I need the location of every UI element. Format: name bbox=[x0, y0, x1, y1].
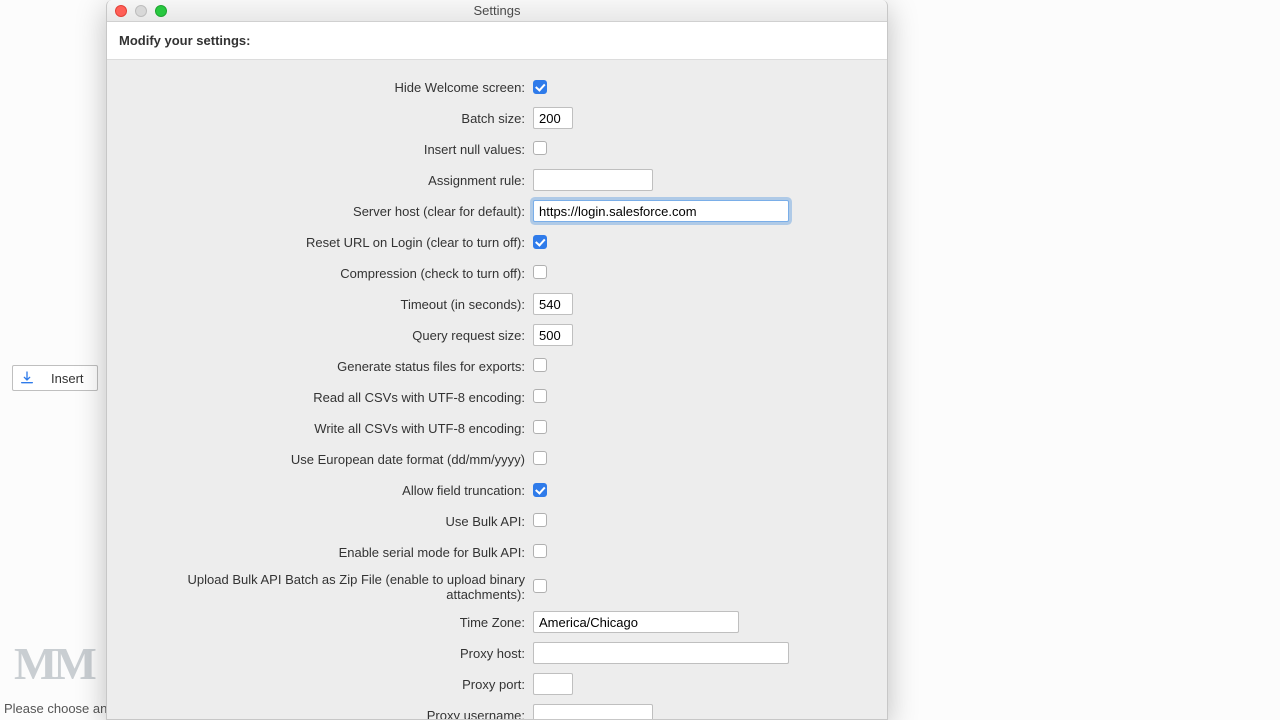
timeout-input[interactable] bbox=[533, 293, 573, 315]
write-utf8-checkbox[interactable] bbox=[533, 420, 547, 434]
proxy-user-input[interactable] bbox=[533, 704, 653, 719]
insert-null-checkbox[interactable] bbox=[533, 141, 547, 155]
read-utf8-label: Read all CSVs with UTF-8 encoding: bbox=[117, 390, 533, 405]
read-utf8-checkbox[interactable] bbox=[533, 389, 547, 403]
compression-label: Compression (check to turn off): bbox=[117, 266, 533, 281]
server-host-label: Server host (clear for default): bbox=[117, 204, 533, 219]
hide-welcome-checkbox[interactable] bbox=[533, 80, 547, 94]
assignment-rule-input[interactable] bbox=[533, 169, 653, 191]
batch-size-label: Batch size: bbox=[117, 111, 533, 126]
compression-checkbox[interactable] bbox=[533, 265, 547, 279]
truncation-label: Allow field truncation: bbox=[117, 483, 533, 498]
write-utf8-label: Write all CSVs with UTF-8 encoding: bbox=[117, 421, 533, 436]
server-host-input[interactable] bbox=[533, 200, 789, 222]
titlebar: Settings bbox=[107, 0, 887, 22]
timeout-label: Timeout (in seconds): bbox=[117, 297, 533, 312]
insert-null-label: Insert null values: bbox=[117, 142, 533, 157]
close-icon[interactable] bbox=[115, 5, 127, 17]
proxy-host-label: Proxy host: bbox=[117, 646, 533, 661]
eu-date-label: Use European date format (dd/mm/yyyy) bbox=[117, 452, 533, 467]
bulk-api-checkbox[interactable] bbox=[533, 513, 547, 527]
query-request-input[interactable] bbox=[533, 324, 573, 346]
proxy-port-input[interactable] bbox=[533, 673, 573, 695]
serial-bulk-checkbox[interactable] bbox=[533, 544, 547, 558]
settings-window: Settings Modify your settings: Hide Welc… bbox=[106, 0, 888, 720]
time-zone-label: Time Zone: bbox=[117, 615, 533, 630]
download-icon bbox=[19, 370, 35, 386]
page-title: Modify your settings: bbox=[107, 22, 887, 60]
proxy-host-input[interactable] bbox=[533, 642, 789, 664]
bulk-api-label: Use Bulk API: bbox=[117, 514, 533, 529]
truncation-checkbox[interactable] bbox=[533, 483, 547, 497]
gen-status-label: Generate status files for exports: bbox=[117, 359, 533, 374]
status-text: Please choose an bbox=[4, 701, 107, 716]
proxy-user-label: Proxy username: bbox=[117, 708, 533, 720]
serial-bulk-label: Enable serial mode for Bulk API: bbox=[117, 545, 533, 560]
settings-scroll[interactable]: Hide Welcome screen: Batch size: Insert … bbox=[107, 60, 887, 719]
assignment-rule-label: Assignment rule: bbox=[117, 173, 533, 188]
reset-url-checkbox[interactable] bbox=[533, 235, 547, 249]
time-zone-input[interactable] bbox=[533, 611, 739, 633]
zip-bulk-checkbox[interactable] bbox=[533, 579, 547, 593]
gen-status-checkbox[interactable] bbox=[533, 358, 547, 372]
window-title: Settings bbox=[107, 3, 887, 18]
insert-button-label: Insert bbox=[51, 371, 84, 386]
batch-size-input[interactable] bbox=[533, 107, 573, 129]
minimize-icon bbox=[135, 5, 147, 17]
proxy-port-label: Proxy port: bbox=[117, 677, 533, 692]
watermark-logo: MM bbox=[14, 637, 93, 690]
reset-url-label: Reset URL on Login (clear to turn off): bbox=[117, 235, 533, 250]
query-request-label: Query request size: bbox=[117, 328, 533, 343]
hide-welcome-label: Hide Welcome screen: bbox=[117, 80, 533, 95]
zoom-icon[interactable] bbox=[155, 5, 167, 17]
zip-bulk-label: Upload Bulk API Batch as Zip File (enabl… bbox=[117, 572, 533, 602]
insert-button[interactable]: Insert bbox=[12, 365, 98, 391]
settings-form: Hide Welcome screen: Batch size: Insert … bbox=[107, 60, 887, 719]
eu-date-checkbox[interactable] bbox=[533, 451, 547, 465]
